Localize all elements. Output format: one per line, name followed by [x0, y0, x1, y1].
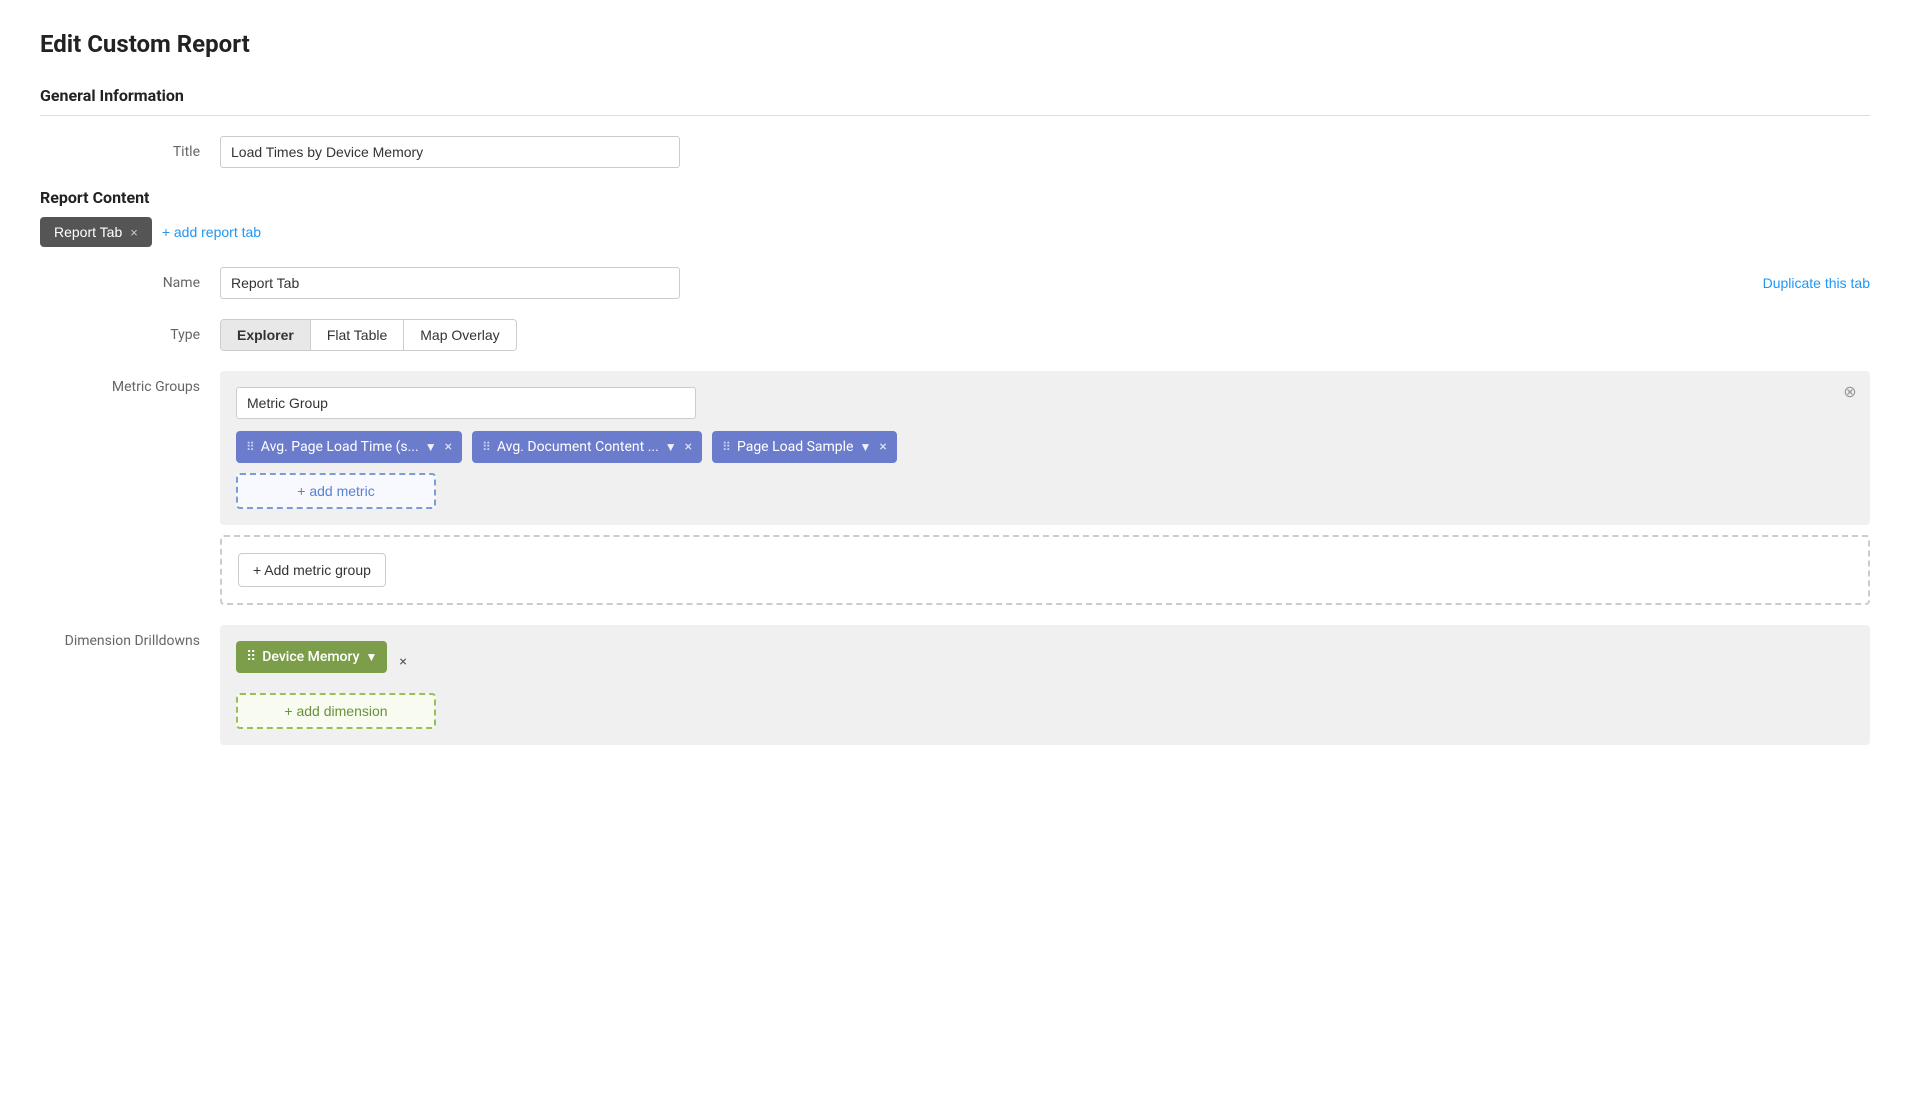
- add-metric-group-button[interactable]: + Add metric group: [238, 553, 386, 587]
- dimension-drilldowns-label: Dimension Drilldowns: [40, 625, 220, 649]
- dimension-drilldowns-content: ⠿ Device Memory ▼ × + add dimension: [220, 625, 1870, 745]
- title-label: Title: [40, 136, 220, 160]
- metric-groups-content: ⊗ ⠿ Avg. Page Load Time (s... ▼ × ⠿ Avg.…: [220, 371, 1870, 605]
- type-label: Type: [40, 319, 220, 343]
- metric-group-box: ⊗ ⠿ Avg. Page Load Time (s... ▼ × ⠿ Avg.…: [220, 371, 1870, 525]
- duplicate-tab-button[interactable]: Duplicate this tab: [1743, 267, 1870, 291]
- tab-name-row-content: Duplicate this tab: [220, 267, 1870, 299]
- type-explorer-button[interactable]: Explorer: [221, 320, 311, 350]
- report-tab-button[interactable]: Report Tab ×: [40, 217, 152, 247]
- tab-name-input[interactable]: [220, 267, 680, 299]
- metric-chip-label-1: Avg. Page Load Time (s...: [261, 439, 419, 455]
- report-content-heading: Report Content: [40, 188, 1870, 207]
- metric-group-name-input[interactable]: [236, 387, 696, 419]
- dimension-chip-close-icon[interactable]: ×: [399, 654, 406, 670]
- title-input[interactable]: [220, 136, 680, 168]
- dimension-chevron-down-icon[interactable]: ▼: [365, 650, 377, 664]
- page-title: Edit Custom Report: [40, 30, 1870, 58]
- title-field-row: Title: [40, 136, 1870, 168]
- tab-name-label: Name: [40, 267, 220, 291]
- drag-handle-icon-3: ⠿: [722, 440, 731, 454]
- type-field-content: Explorer Flat Table Map Overlay: [220, 319, 1870, 351]
- general-information-section: General Information Title: [40, 86, 1870, 168]
- divider: [40, 115, 1870, 116]
- dimension-drag-handle-icon: ⠿: [246, 649, 256, 665]
- add-dimension-button[interactable]: + add dimension: [236, 693, 436, 729]
- metric-group-close-icon[interactable]: ⊗: [1840, 381, 1860, 401]
- dimension-drilldowns-field-row: Dimension Drilldowns ⠿ Device Memory ▼ ×…: [40, 625, 1870, 745]
- type-field-row: Type Explorer Flat Table Map Overlay: [40, 319, 1870, 351]
- add-report-tab-button[interactable]: + add report tab: [162, 224, 261, 240]
- metric-groups-label: Metric Groups: [40, 371, 220, 395]
- chevron-down-icon-3[interactable]: ▼: [860, 440, 872, 454]
- drag-handle-icon-2: ⠿: [482, 440, 491, 454]
- dimension-chip-row: ⠿ Device Memory ▼ ×: [236, 641, 1854, 683]
- metric-chip-label-3: Page Load Sample: [737, 439, 854, 455]
- metric-chip-label-2: Avg. Document Content ...: [497, 439, 659, 455]
- dimension-chip[interactable]: ⠿ Device Memory ▼: [236, 641, 387, 673]
- chevron-down-icon-2[interactable]: ▼: [665, 440, 677, 454]
- chevron-down-icon-1[interactable]: ▼: [425, 440, 437, 454]
- tab-label: Report Tab: [54, 224, 122, 240]
- metric-chip-close-1[interactable]: ×: [445, 439, 452, 455]
- type-map-overlay-button[interactable]: Map Overlay: [404, 320, 515, 350]
- metric-chip-2[interactable]: ⠿ Avg. Document Content ... ▼ ×: [472, 431, 702, 463]
- report-content-section: Report Content Report Tab × + add report…: [40, 188, 1870, 745]
- type-flat-table-button[interactable]: Flat Table: [311, 320, 404, 350]
- tab-close-icon[interactable]: ×: [130, 225, 138, 240]
- metric-chip-3[interactable]: ⠿ Page Load Sample ▼ ×: [712, 431, 897, 463]
- type-button-group: Explorer Flat Table Map Overlay: [220, 319, 517, 351]
- dimension-chip-label: Device Memory: [262, 649, 359, 665]
- tabs-row: Report Tab × + add report tab: [40, 217, 1870, 247]
- metric-groups-field-row: Metric Groups ⊗ ⠿ Avg. Page Load Time (s…: [40, 371, 1870, 605]
- title-field-content: [220, 136, 1870, 168]
- add-metric-button[interactable]: + add metric: [236, 473, 436, 509]
- drag-handle-icon-1: ⠿: [246, 440, 255, 454]
- metric-chip-close-3[interactable]: ×: [879, 439, 886, 455]
- general-information-heading: General Information: [40, 86, 1870, 105]
- metric-chip-close-2[interactable]: ×: [685, 439, 692, 455]
- add-metric-group-box: + Add metric group: [220, 535, 1870, 605]
- dimension-box: ⠿ Device Memory ▼ × + add dimension: [220, 625, 1870, 745]
- metric-chip-1[interactable]: ⠿ Avg. Page Load Time (s... ▼ ×: [236, 431, 462, 463]
- metrics-row: ⠿ Avg. Page Load Time (s... ▼ × ⠿ Avg. D…: [236, 431, 1854, 463]
- tab-name-field-row: Name Duplicate this tab: [40, 267, 1870, 299]
